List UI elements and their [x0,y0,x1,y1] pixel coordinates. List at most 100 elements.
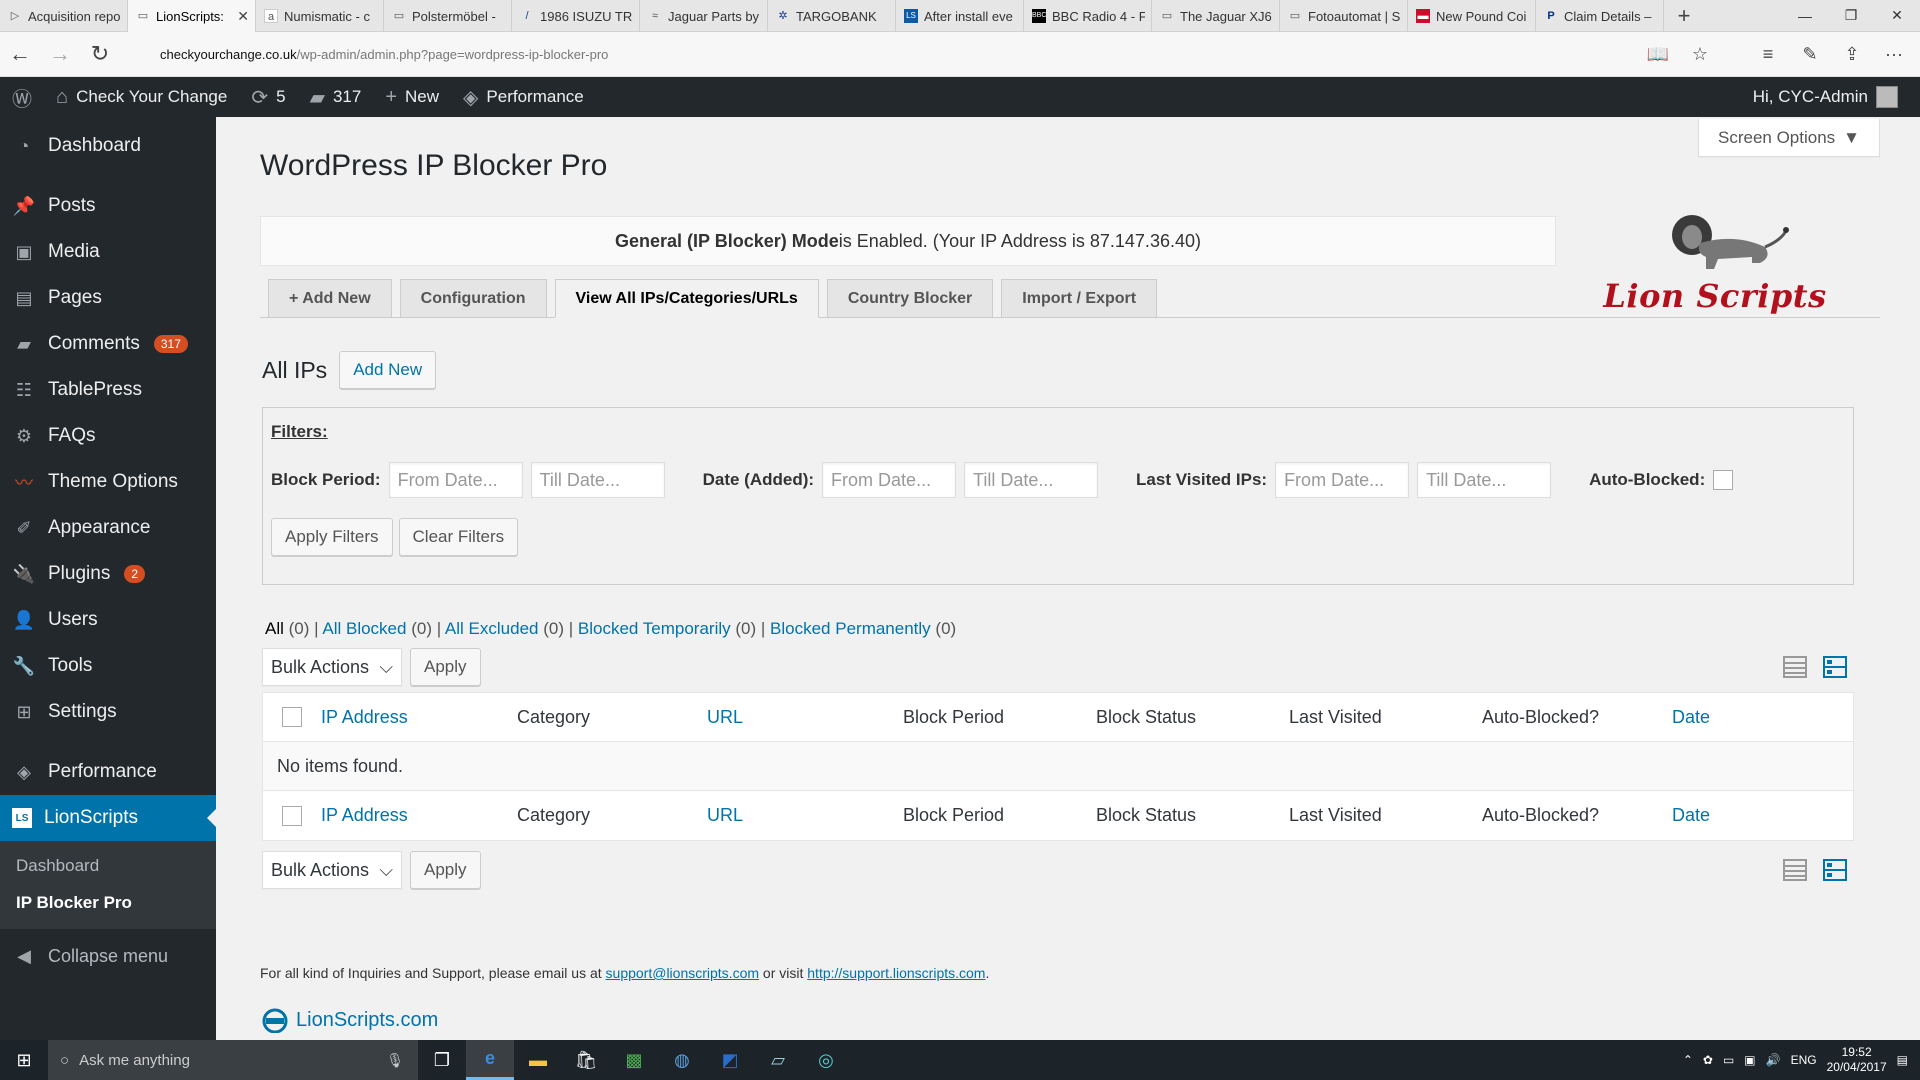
store-icon[interactable]: 🛍 [562,1040,610,1080]
column-date[interactable]: Date [1672,707,1710,728]
browser-tab[interactable]: ≈ Jaguar Parts by [640,0,768,32]
select-all-checkbox-footer[interactable] [282,805,302,826]
excerpt-view-icon[interactable] [1822,857,1848,883]
browser-tab[interactable]: /1986 ISUZU TR [512,0,640,32]
edge-browser-icon[interactable]: e [466,1040,514,1080]
tab-country-blocker[interactable]: Country Blocker [826,279,994,318]
language-indicator[interactable]: ENG [1791,1053,1817,1067]
battery-icon[interactable]: ▭ [1723,1053,1734,1067]
task-view-icon[interactable]: ❐ [418,1040,466,1080]
collapse-menu-button[interactable]: ◀ Collapse menu [0,933,216,979]
refresh-icon[interactable]: ↻ [80,34,120,74]
browser-tab[interactable]: ▷ Acquisition repo [0,0,128,32]
date-added-till-input[interactable]: Till Date... [964,462,1099,498]
web-note-icon[interactable]: ✎ [1792,36,1828,72]
sidebar-item-theme-options[interactable]: 〰 Theme Options [0,459,216,505]
block-period-till-input[interactable]: Till Date... [530,462,665,498]
column-url[interactable]: URL [707,707,903,728]
browser-tab[interactable]: ▬ New Pound Coi [1408,0,1536,32]
sidebar-item-settings[interactable]: ⊞ Settings [0,689,216,735]
wordpress-logo[interactable]: Ⓦ [0,77,44,117]
adminbar-performance[interactable]: ◈ Performance [451,77,596,117]
sidebar-item-media[interactable]: ▣ Media [0,229,216,275]
sidebar-item-lionscripts[interactable]: LS LionScripts [0,795,216,841]
bulk-actions-select[interactable]: Bulk Actions ⌵ [262,648,402,686]
windows-start-icon[interactable]: ⊞ [0,1040,48,1080]
submenu-item-dashboard[interactable]: Dashboard [0,847,216,884]
screen-options-button[interactable]: Screen Options ▼ [1698,119,1880,157]
column-date[interactable]: Date [1672,805,1710,826]
tab-add-new[interactable]: + Add New [268,279,392,318]
view-all-excluded-link[interactable]: All Excluded [445,619,539,638]
tab-import-export[interactable]: Import / Export [1001,279,1158,318]
adminbar-site-link[interactable]: ⌂ Check Your Change [44,77,239,117]
adminbar-account[interactable]: Hi, CYC-Admin [1753,86,1920,108]
sidebar-item-plugins[interactable]: 🔌 Plugins 2 [0,551,216,597]
app-network-icon[interactable]: ◎ [802,1040,850,1080]
hub-icon[interactable]: ≡ [1750,36,1786,72]
bulk-actions-select-bottom[interactable]: Bulk Actions ⌵ [262,851,402,889]
browser-tab[interactable]: BBC BBC Radio 4 - F [1024,0,1152,32]
list-view-icon[interactable] [1782,857,1808,883]
tray-app-icon[interactable]: ✿ [1703,1053,1713,1067]
app-notes-icon[interactable]: ▱ [754,1040,802,1080]
file-explorer-icon[interactable]: ▬ [514,1040,562,1080]
sidebar-item-users[interactable]: 👤 Users [0,597,216,643]
sidebar-item-comments[interactable]: ▰ Comments 317 [0,321,216,367]
restore-icon[interactable]: ❐ [1828,0,1874,31]
search-box[interactable]: ○ Ask me anything 🎙 [48,1040,418,1080]
view-blocked-permanently-link[interactable]: Blocked Permanently [770,619,931,638]
block-period-from-input[interactable]: From Date... [388,462,523,498]
support-email-link[interactable]: support@lionscripts.com [606,965,760,981]
share-icon[interactable]: ⇪ [1834,36,1870,72]
column-ip-address[interactable]: IP Address [321,805,517,826]
favorite-star-icon[interactable]: ☆ [1682,36,1718,72]
volume-icon[interactable]: 🔊 [1766,1053,1781,1067]
minimize-icon[interactable]: — [1782,0,1828,31]
column-url[interactable]: URL [707,805,903,826]
support-site-link[interactable]: http://support.lionscripts.com [807,965,985,981]
browser-tab[interactable]: P Claim Details – [1536,0,1664,32]
list-view-icon[interactable] [1782,654,1808,680]
browser-tab[interactable]: ▭ Polstermöbel - [384,0,512,32]
more-icon[interactable]: ··· [1876,36,1912,72]
browser-tab[interactable]: a Numismatic - c [256,0,384,32]
excerpt-view-icon[interactable] [1822,654,1848,680]
back-icon[interactable]: ← [0,34,40,74]
reading-view-icon[interactable]: 📖 [1640,36,1676,72]
last-visited-till-input[interactable]: Till Date... [1417,462,1552,498]
sidebar-item-performance[interactable]: ◈ Performance [0,749,216,795]
sidebar-item-tools[interactable]: 🔧 Tools [0,643,216,689]
submenu-item-ip-blocker-pro[interactable]: IP Blocker Pro [0,884,216,921]
column-ip-address[interactable]: IP Address [321,707,517,728]
apply-filters-button[interactable]: Apply Filters [271,518,393,556]
close-tab-icon[interactable]: ✕ [237,8,249,25]
adminbar-new[interactable]: + New [373,77,451,117]
lionscripts-footer-logo[interactable]: LionScripts.com [260,1007,438,1033]
adminbar-comments[interactable]: ▰ 317 [298,77,374,117]
sidebar-item-faqs[interactable]: ⚙ FAQs [0,413,216,459]
browser-tab[interactable]: ▭ Fotoautomat | S [1280,0,1408,32]
browser-tab[interactable]: ✲ TARGOBANK [768,0,896,32]
view-all-link[interactable]: All [265,619,284,638]
sidebar-item-appearance[interactable]: ✐ Appearance [0,505,216,551]
sidebar-item-posts[interactable]: 📌 Posts [0,183,216,229]
adminbar-updates[interactable]: ⟳ 5 [239,77,297,117]
tab-configuration[interactable]: Configuration [399,279,547,318]
apply-button[interactable]: Apply [410,648,481,686]
select-all-checkbox[interactable] [282,707,302,727]
microphone-icon[interactable]: 🎙 [386,1052,404,1069]
forward-icon[interactable]: → [40,34,80,74]
tray-chevron-up-icon[interactable]: ⌃ [1683,1053,1693,1067]
apply-button-bottom[interactable]: Apply [410,851,481,889]
network-icon[interactable]: ▣ [1744,1053,1755,1067]
add-new-button[interactable]: Add New [339,351,437,389]
date-added-from-input[interactable]: From Date... [822,462,957,498]
close-icon[interactable]: ✕ [1874,0,1920,31]
app-green-icon[interactable]: ▩ [610,1040,658,1080]
sidebar-item-tablepress[interactable]: ☷ TablePress [0,367,216,413]
clear-filters-button[interactable]: Clear Filters [398,518,519,556]
view-blocked-temporarily-link[interactable]: Blocked Temporarily [578,619,731,638]
sidebar-item-dashboard[interactable]: ◔ Dashboard [0,123,216,169]
clock[interactable]: 19:52 20/04/2017 [1827,1045,1887,1075]
